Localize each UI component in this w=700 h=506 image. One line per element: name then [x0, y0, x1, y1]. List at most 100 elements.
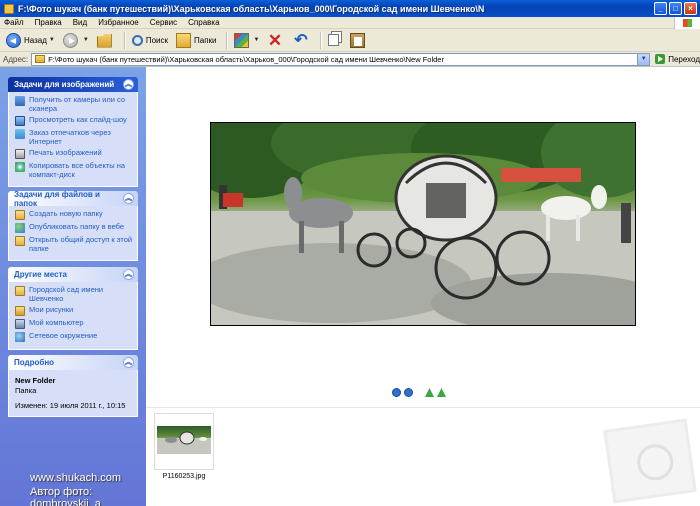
task-label[interactable]: Открыть общий доступ к этой папке — [29, 235, 134, 253]
address-value[interactable]: F:\Фото шукач (банк путешествий)\Харьков… — [48, 55, 444, 64]
network-icon — [15, 332, 25, 342]
task-label[interactable]: Печать изображений — [29, 148, 102, 158]
menu-file[interactable]: Файл — [4, 18, 24, 27]
search-button[interactable]: Поиск — [129, 31, 171, 50]
chevron-up-icon[interactable]: ︽ — [123, 79, 134, 90]
task-label[interactable]: Создать новую папку — [29, 209, 103, 219]
place-network[interactable]: Сетевое окружение — [15, 331, 134, 342]
views-icon — [233, 32, 249, 48]
filmstrip: P1160253.jpg — [146, 407, 700, 506]
task-copy-to-cd[interactable]: Копировать все объекты на компакт-диск — [15, 161, 134, 179]
details-header[interactable]: Подробно ︽ — [8, 355, 138, 370]
menu-view[interactable]: Вид — [73, 18, 87, 27]
title-bar: F:\Фото шукач (банк путешествий)\Харьков… — [0, 0, 700, 17]
image-tasks-header[interactable]: Задачи для изображений ︽ — [8, 77, 138, 92]
task-label[interactable]: Получить от камеры или со сканера — [29, 95, 134, 113]
file-tasks-panel: Задачи для файлов и папок ︽ Создать нову… — [8, 190, 138, 261]
task-share-folder[interactable]: Открыть общий доступ к этой папке — [15, 235, 134, 253]
image-tasks-body: Получить от камеры или со сканера Просмо… — [8, 92, 138, 187]
window-controls: _ □ × — [654, 2, 697, 15]
chevron-down-icon[interactable]: ▼ — [83, 37, 89, 43]
folders-label: Папки — [194, 35, 217, 45]
file-tasks-header[interactable]: Задачи для файлов и папок ︽ — [8, 190, 138, 208]
minimize-button[interactable]: _ — [654, 2, 667, 15]
place-label[interactable]: Городской сад имени Шевченко — [29, 285, 134, 303]
window-title: F:\Фото шукач (банк путешествий)\Харьков… — [18, 3, 485, 14]
up-button[interactable] — [94, 31, 118, 50]
toolbar-separator — [225, 31, 227, 49]
rotate-clockwise-button[interactable] — [425, 388, 434, 397]
menu-favorites[interactable]: Избранное — [98, 18, 139, 27]
address-input[interactable]: F:\Фото шукач (банк путешествий)\Харьков… — [31, 52, 651, 66]
task-order-prints[interactable]: Заказ отпечатков через Интернет — [15, 128, 134, 146]
folder-icon — [15, 286, 25, 296]
menu-edit[interactable]: Правка — [35, 18, 62, 27]
copy-icon — [328, 34, 340, 46]
chevron-up-icon[interactable]: ︽ — [123, 193, 134, 204]
main-view: P1160253.jpg — [146, 67, 700, 506]
rotate-counterclockwise-button[interactable] — [437, 388, 446, 397]
maximize-button[interactable]: □ — [669, 2, 682, 15]
task-label[interactable]: Копировать все объекты на компакт-диск — [29, 161, 134, 179]
delete-button[interactable]: ✕ — [264, 31, 288, 50]
paste-icon — [350, 32, 366, 48]
place-my-computer[interactable]: Мой компьютер — [15, 318, 134, 329]
undo-icon: ↶ — [294, 31, 308, 49]
place-my-pictures[interactable]: Мои рисунки — [15, 305, 134, 316]
image-preview[interactable] — [210, 122, 636, 326]
go-label: Переход — [668, 54, 700, 64]
next-image-button[interactable] — [404, 388, 413, 397]
place-label[interactable]: Мой компьютер — [29, 318, 84, 328]
file-tasks-body: Создать новую папку Опубликовать папку в… — [8, 206, 138, 261]
paste-button[interactable] — [347, 31, 371, 50]
thumbnail[interactable] — [154, 413, 214, 470]
toolbar-separator — [123, 31, 125, 49]
forward-arrow-icon — [62, 32, 78, 48]
other-places-header[interactable]: Другие места ︽ — [8, 267, 138, 282]
camera-watermark-icon — [603, 418, 697, 504]
task-print[interactable]: Печать изображений — [15, 148, 134, 159]
chevron-down-icon[interactable]: ▼ — [637, 53, 650, 65]
task-publish-web[interactable]: Опубликовать папку в вебе — [15, 222, 134, 233]
task-label[interactable]: Просмотреть как слайд-шоу — [29, 115, 127, 125]
previous-image-button[interactable] — [392, 388, 401, 397]
toolbar-separator — [320, 31, 322, 49]
place-label[interactable]: Мои рисунки — [29, 305, 73, 315]
close-button[interactable]: × — [684, 2, 697, 15]
chevron-down-icon[interactable]: ▼ — [254, 37, 260, 43]
go-button[interactable]: Переход — [655, 54, 700, 64]
back-button[interactable]: Назад ▼ — [3, 31, 58, 50]
delete-icon: ✕ — [267, 30, 283, 50]
chevron-down-icon[interactable]: ▼ — [49, 37, 55, 43]
menu-tools[interactable]: Сервис — [150, 18, 177, 27]
image-tasks-panel: Задачи для изображений ︽ Получить от кам… — [8, 77, 138, 187]
place-city-garden[interactable]: Городской сад имени Шевченко — [15, 285, 134, 303]
place-label[interactable]: Сетевое окружение — [29, 331, 97, 341]
menu-help[interactable]: Справка — [188, 18, 219, 27]
task-label[interactable]: Заказ отпечатков через Интернет — [29, 128, 134, 146]
address-bar: Адрес: F:\Фото шукач (банк путешествий)\… — [0, 52, 700, 67]
viewer-controls — [392, 388, 446, 397]
chevron-up-icon[interactable]: ︽ — [123, 357, 134, 368]
other-places-body: Городской сад имени Шевченко Мои рисунки… — [8, 282, 138, 350]
copy-button[interactable] — [325, 31, 345, 50]
folders-button[interactable]: Папки — [173, 31, 220, 50]
back-label: Назад — [24, 35, 47, 45]
details-panel: Подробно ︽ New Folder Папка Изменен: 19 … — [8, 355, 138, 417]
task-slideshow[interactable]: Просмотреть как слайд-шоу — [15, 115, 134, 126]
address-label: Адрес: — [3, 54, 29, 64]
watermark-author: Автор фото: dombrovskii_a — [30, 486, 101, 506]
task-label[interactable]: Опубликовать папку в вебе — [29, 222, 124, 232]
undo-button[interactable]: ↶ — [290, 31, 314, 50]
views-button[interactable]: ▼ — [231, 31, 263, 50]
computer-icon — [15, 319, 25, 329]
new-folder-icon — [15, 210, 25, 220]
forward-button[interactable]: ▼ — [60, 31, 92, 50]
thumbnail-label[interactable]: P1160253.jpg — [154, 473, 214, 480]
task-new-folder[interactable]: Создать новую папку — [15, 209, 134, 220]
search-label: Поиск — [145, 35, 168, 45]
back-arrow-icon — [6, 32, 21, 48]
carriage-photo — [211, 123, 635, 325]
task-get-from-camera[interactable]: Получить от камеры или со сканера — [15, 95, 134, 113]
chevron-up-icon[interactable]: ︽ — [123, 269, 134, 280]
